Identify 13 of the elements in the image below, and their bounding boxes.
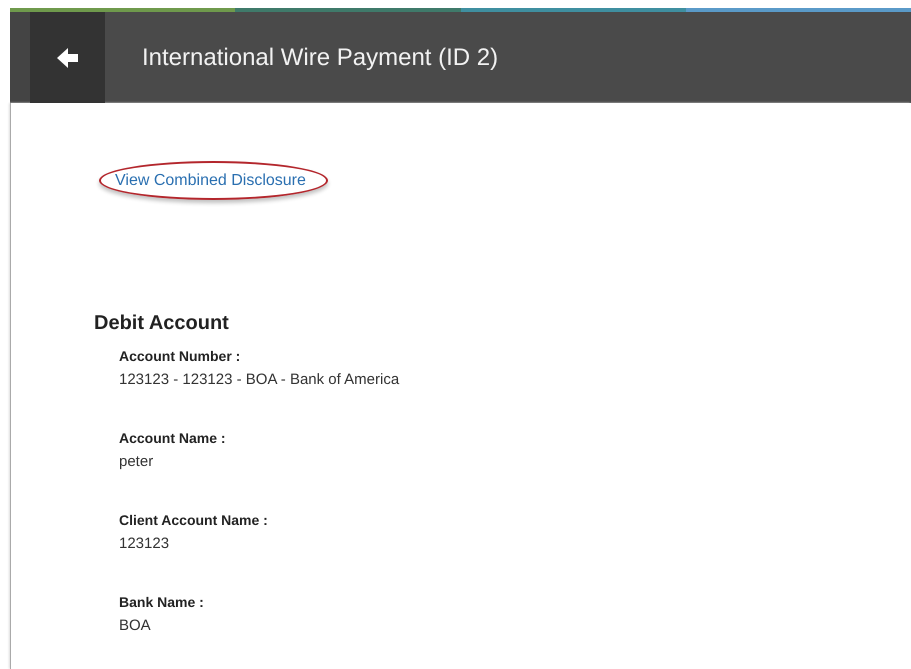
back-button[interactable] (30, 12, 105, 103)
field-label: Client Account Name : (119, 511, 269, 530)
section-title: Debit Account (94, 312, 230, 335)
field-label: Account Number : (119, 347, 242, 366)
field-label: Account Name : (119, 429, 227, 448)
back-arrow-icon (56, 46, 80, 70)
field-value: 123123 (119, 534, 170, 554)
field-label: Bank Name : (119, 593, 205, 612)
field-value: 123123 - 123123 - BOA - Bank of America (119, 370, 400, 390)
disclosure-link[interactable]: View Combined Disclosure (115, 172, 306, 189)
field-value: BOA (119, 616, 152, 636)
page-title: International Wire Payment (ID 2) (142, 44, 498, 72)
field-value: peter (119, 452, 154, 472)
